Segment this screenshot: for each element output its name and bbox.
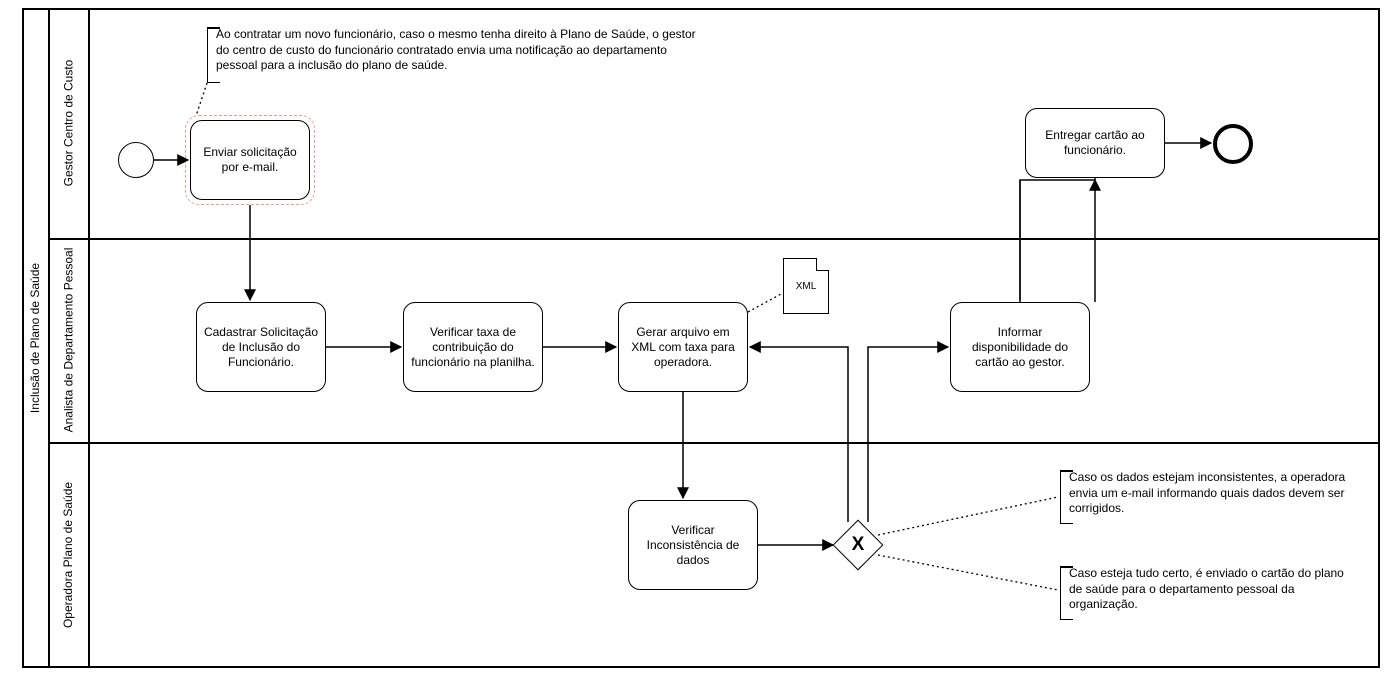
- lane-sep-1: [48, 238, 1380, 240]
- lane-1-title: Gestor Centro de Custo: [48, 8, 88, 238]
- task-1-label: Enviar solicitação por e-mail.: [197, 145, 303, 175]
- task-cadastrar-solicitacao: Cadastrar Solicitação de Inclusão do Fun…: [196, 302, 326, 392]
- annotation-2: Caso os dados estejam inconsistentes, a …: [1060, 470, 1350, 524]
- annotation-3: Caso esteja tudo certo, é enviado o cart…: [1060, 566, 1350, 620]
- data-object-xml: XML: [783, 258, 829, 314]
- gateway-exclusive: X: [833, 520, 883, 570]
- annotation-1-text: Ao contratar um novo funcionário, caso o…: [216, 27, 696, 72]
- task-6-label: Informar disponibilidade do cartão ao ge…: [957, 325, 1083, 370]
- data-object-xml-label: XML: [784, 281, 828, 292]
- lane-3-title: Operadora Plano de Saúde: [48, 442, 88, 668]
- lane-title-sep: [88, 8, 90, 668]
- task-2-label: Cadastrar Solicitação de Inclusão do Fun…: [203, 325, 319, 370]
- annotation-3-text: Caso esteja tudo certo, é enviado o cart…: [1069, 566, 1344, 611]
- task-verificar-inconsistencia: Verificar Inconsistência de dados: [628, 500, 758, 590]
- task-enviar-solicitacao: Enviar solicitação por e-mail.: [190, 120, 310, 200]
- pool-title-text: Inclusão de Plano de Saúde: [28, 263, 42, 413]
- lane-3-title-text: Operadora Plano de Saúde: [61, 482, 75, 628]
- task-7-label: Entregar cartão ao funcionário.: [1032, 128, 1158, 158]
- task-5-label: Verificar Inconsistência de dados: [635, 523, 751, 568]
- task-4-label: Gerar arquivo em XML com taxa para opera…: [625, 325, 741, 370]
- bpmn-canvas: Inclusão de Plano de Saúde Gestor Centro…: [0, 0, 1391, 677]
- task-verificar-taxa: Verificar taxa de contribuição do funcio…: [403, 302, 543, 392]
- gateway-marker: X: [852, 534, 865, 556]
- start-event: [118, 142, 154, 178]
- pool-title: Inclusão de Plano de Saúde: [22, 8, 48, 668]
- end-event: [1213, 124, 1253, 164]
- annotation-2-text: Caso os dados estejam inconsistentes, a …: [1069, 470, 1345, 515]
- task-3-label: Verificar taxa de contribuição do funcio…: [410, 325, 536, 370]
- lane-2-title: Analista de Departamento Pessoal: [48, 238, 88, 442]
- annotation-1: Ao contratar um novo funcionário, caso o…: [207, 27, 697, 83]
- lane-1-title-text: Gestor Centro de Custo: [61, 60, 75, 187]
- lane-2-title-text: Analista de Departamento Pessoal: [61, 248, 75, 433]
- task-informar-disponibilidade: Informar disponibilidade do cartão ao ge…: [950, 302, 1090, 392]
- task-gerar-xml: Gerar arquivo em XML com taxa para opera…: [618, 302, 748, 392]
- lane-sep-2: [48, 442, 1380, 444]
- task-entregar-cartao: Entregar cartão ao funcionário.: [1025, 108, 1165, 178]
